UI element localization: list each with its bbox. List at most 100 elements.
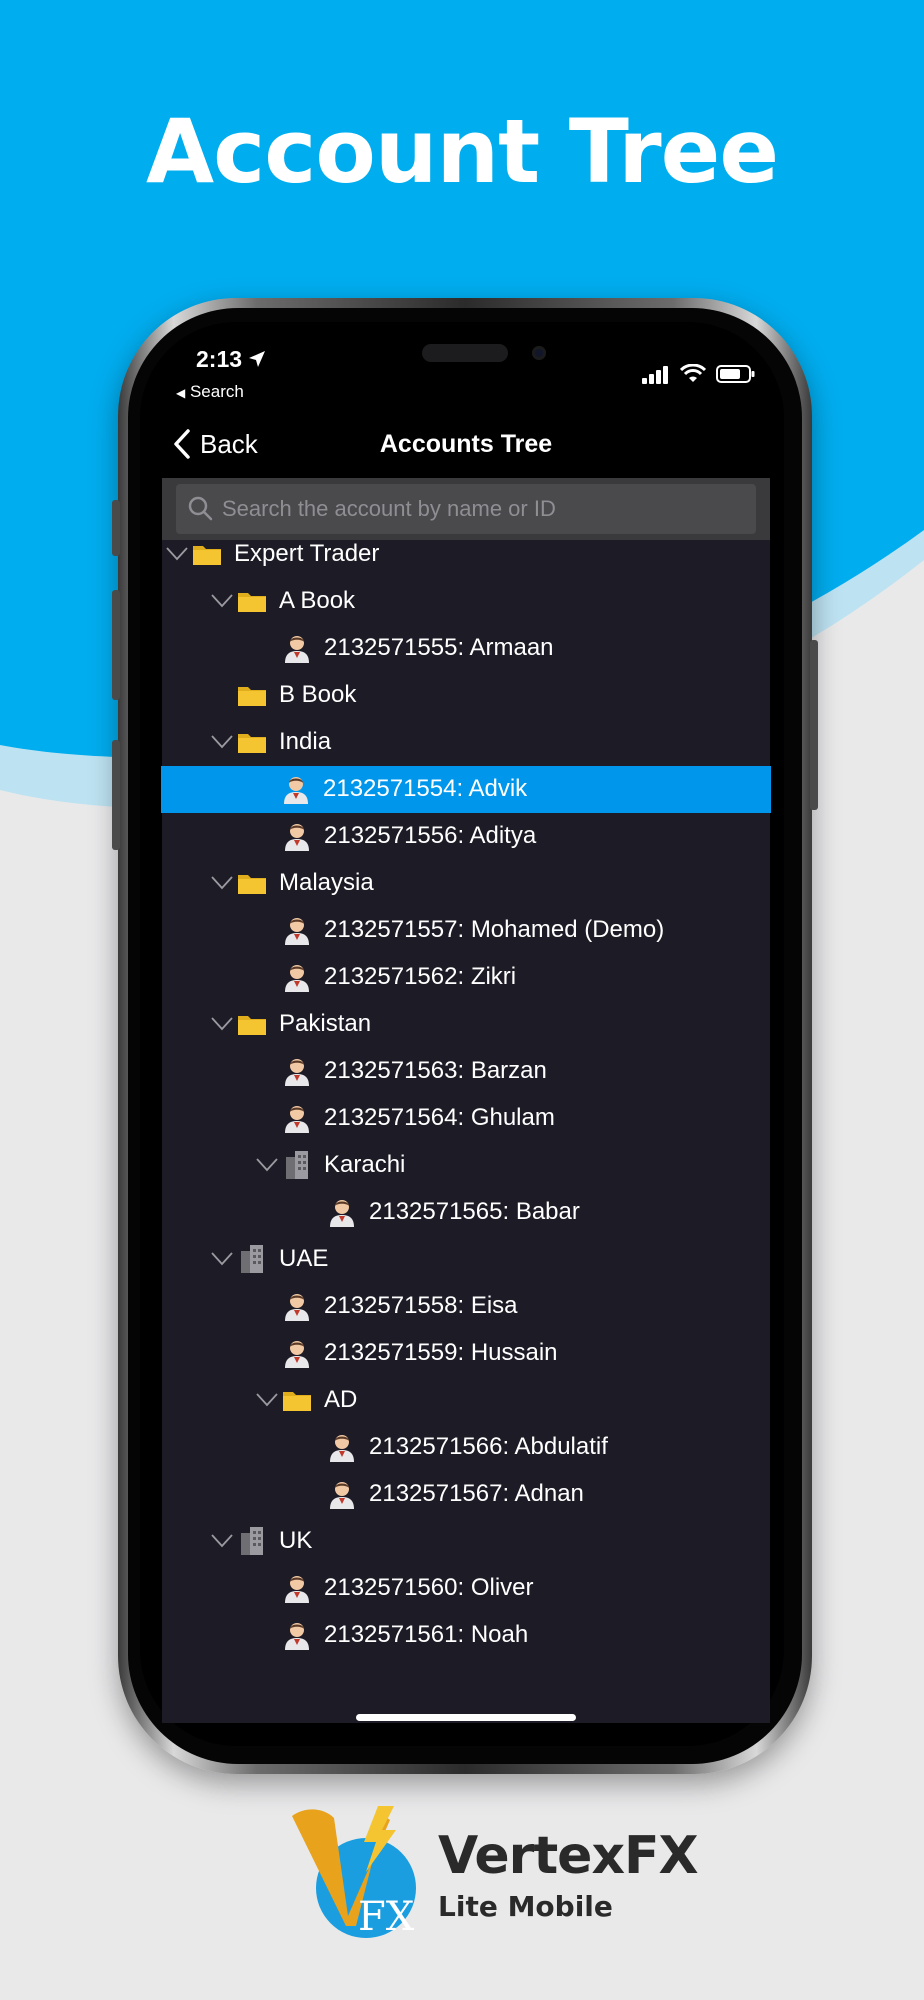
- building-icon: [235, 1518, 269, 1565]
- group-row[interactable]: Malaysia: [162, 860, 770, 907]
- account-row[interactable]: 2132571562: Zikri: [162, 954, 770, 1001]
- building-icon: [280, 1142, 314, 1189]
- phone-side-button: [112, 590, 120, 700]
- user-icon: [280, 954, 314, 1001]
- user-icon: [280, 1330, 314, 1377]
- group-row[interactable]: Karachi: [162, 1142, 770, 1189]
- tree-row-label: Pakistan: [279, 1010, 372, 1037]
- group-row[interactable]: Expert Trader: [162, 531, 770, 578]
- chevron-down-icon[interactable]: [254, 1142, 280, 1189]
- status-icons: [642, 362, 756, 384]
- folder-icon: [235, 1001, 269, 1048]
- tree-row-label: 2132571560: Oliver: [324, 1574, 534, 1601]
- account-row[interactable]: 2132571559: Hussain: [162, 1330, 770, 1377]
- chevron-down-icon[interactable]: [209, 578, 235, 625]
- chevron-down-icon[interactable]: [209, 1518, 235, 1565]
- account-row[interactable]: 2132571556: Aditya: [162, 813, 770, 860]
- account-row[interactable]: 2132571558: Eisa: [162, 1283, 770, 1330]
- search-input[interactable]: [218, 495, 756, 523]
- tree-row-label: 2132571564: Ghulam: [324, 1104, 555, 1131]
- user-icon: [280, 1048, 314, 1095]
- tree-row-label: Malaysia: [279, 869, 374, 896]
- tree-row-label: Karachi: [324, 1151, 406, 1178]
- group-row[interactable]: Pakistan: [162, 1001, 770, 1048]
- svg-text:FX: FX: [358, 1894, 415, 1940]
- group-row[interactable]: AD: [162, 1377, 770, 1424]
- search-icon: [188, 496, 213, 521]
- chevron-down-icon[interactable]: [209, 860, 235, 907]
- brand-tagline: Lite Mobile: [438, 1890, 613, 1923]
- brand-name: VertexFX: [438, 1826, 699, 1886]
- tree-row-label: 2132571557: Mohamed (Demo): [324, 916, 665, 943]
- group-row[interactable]: UAE: [162, 1236, 770, 1283]
- account-row[interactable]: 2132571560: Oliver: [162, 1565, 770, 1612]
- tree-row-label: India: [279, 728, 332, 755]
- phone-side-button: [112, 740, 120, 850]
- back-button[interactable]: Back: [172, 424, 258, 464]
- tree-row-label: 2132571554: Advik: [323, 775, 528, 802]
- back-button-label: Back: [200, 428, 258, 459]
- tree-row-label: 2132571562: Zikri: [324, 963, 517, 990]
- tree-row-label: AD: [324, 1386, 358, 1413]
- user-icon: [325, 1189, 359, 1236]
- cellular-signal-icon: [642, 366, 668, 384]
- tree-row-label: Expert Trader: [234, 540, 380, 567]
- account-row[interactable]: 2132571555: Armaan: [162, 625, 770, 672]
- account-row[interactable]: 2132571564: Ghulam: [162, 1095, 770, 1142]
- building-icon: [235, 1236, 269, 1283]
- folder-icon: [235, 578, 269, 625]
- tree-row-label: UK: [279, 1527, 313, 1554]
- chevron-left-icon: [174, 429, 190, 459]
- account-row[interactable]: 2132571563: Barzan: [162, 1048, 770, 1095]
- chevron-down-icon[interactable]: [209, 719, 235, 766]
- tree-row-label: 2132571558: Eisa: [324, 1292, 518, 1319]
- chevron-down-icon[interactable]: [254, 1377, 280, 1424]
- tree-row-label: A Book: [279, 587, 356, 614]
- battery-icon: [716, 365, 755, 383]
- account-row[interactable]: 2132571561: Noah: [162, 1612, 770, 1659]
- chevron-down-icon[interactable]: [209, 1236, 235, 1283]
- tree-row-label: 2132571556: Aditya: [324, 822, 537, 849]
- location-arrow-icon: [249, 351, 266, 367]
- tree-row-label: 2132571563: Barzan: [324, 1057, 547, 1084]
- group-row[interactable]: A Book: [162, 578, 770, 625]
- user-icon: [280, 1283, 314, 1330]
- group-row[interactable]: India: [162, 719, 770, 766]
- page-headline: Account Tree: [145, 100, 779, 203]
- user-icon: [279, 766, 313, 813]
- user-icon: [280, 907, 314, 954]
- screen-title: Accounts Tree: [379, 430, 553, 458]
- group-row[interactable]: B Book: [162, 672, 770, 719]
- folder-icon: [190, 531, 224, 578]
- group-row[interactable]: UK: [162, 1518, 770, 1565]
- user-icon: [280, 1612, 314, 1659]
- search-field[interactable]: [176, 484, 756, 534]
- account-row[interactable]: 2132571566: Abdulatif: [162, 1424, 770, 1471]
- account-row[interactable]: 2132571557: Mohamed (Demo): [162, 907, 770, 954]
- tree-row-label: 2132571565: Babar: [369, 1198, 580, 1225]
- user-icon: [280, 1565, 314, 1612]
- chevron-down-icon[interactable]: [209, 1001, 235, 1048]
- account-row[interactable]: 2132571567: Adnan: [162, 1471, 770, 1518]
- phone-camera: [532, 346, 546, 360]
- chevron-down-icon[interactable]: [164, 531, 190, 578]
- status-back-to-app[interactable]: ◀ Search: [176, 382, 244, 402]
- home-indicator[interactable]: [356, 1714, 576, 1721]
- phone-side-button: [810, 640, 818, 810]
- status-time: 2:13: [196, 346, 266, 373]
- account-row[interactable]: 2132571565: Babar: [162, 1189, 770, 1236]
- phone-side-button: [112, 500, 120, 556]
- account-row[interactable]: 2132571554: Advik: [161, 765, 771, 813]
